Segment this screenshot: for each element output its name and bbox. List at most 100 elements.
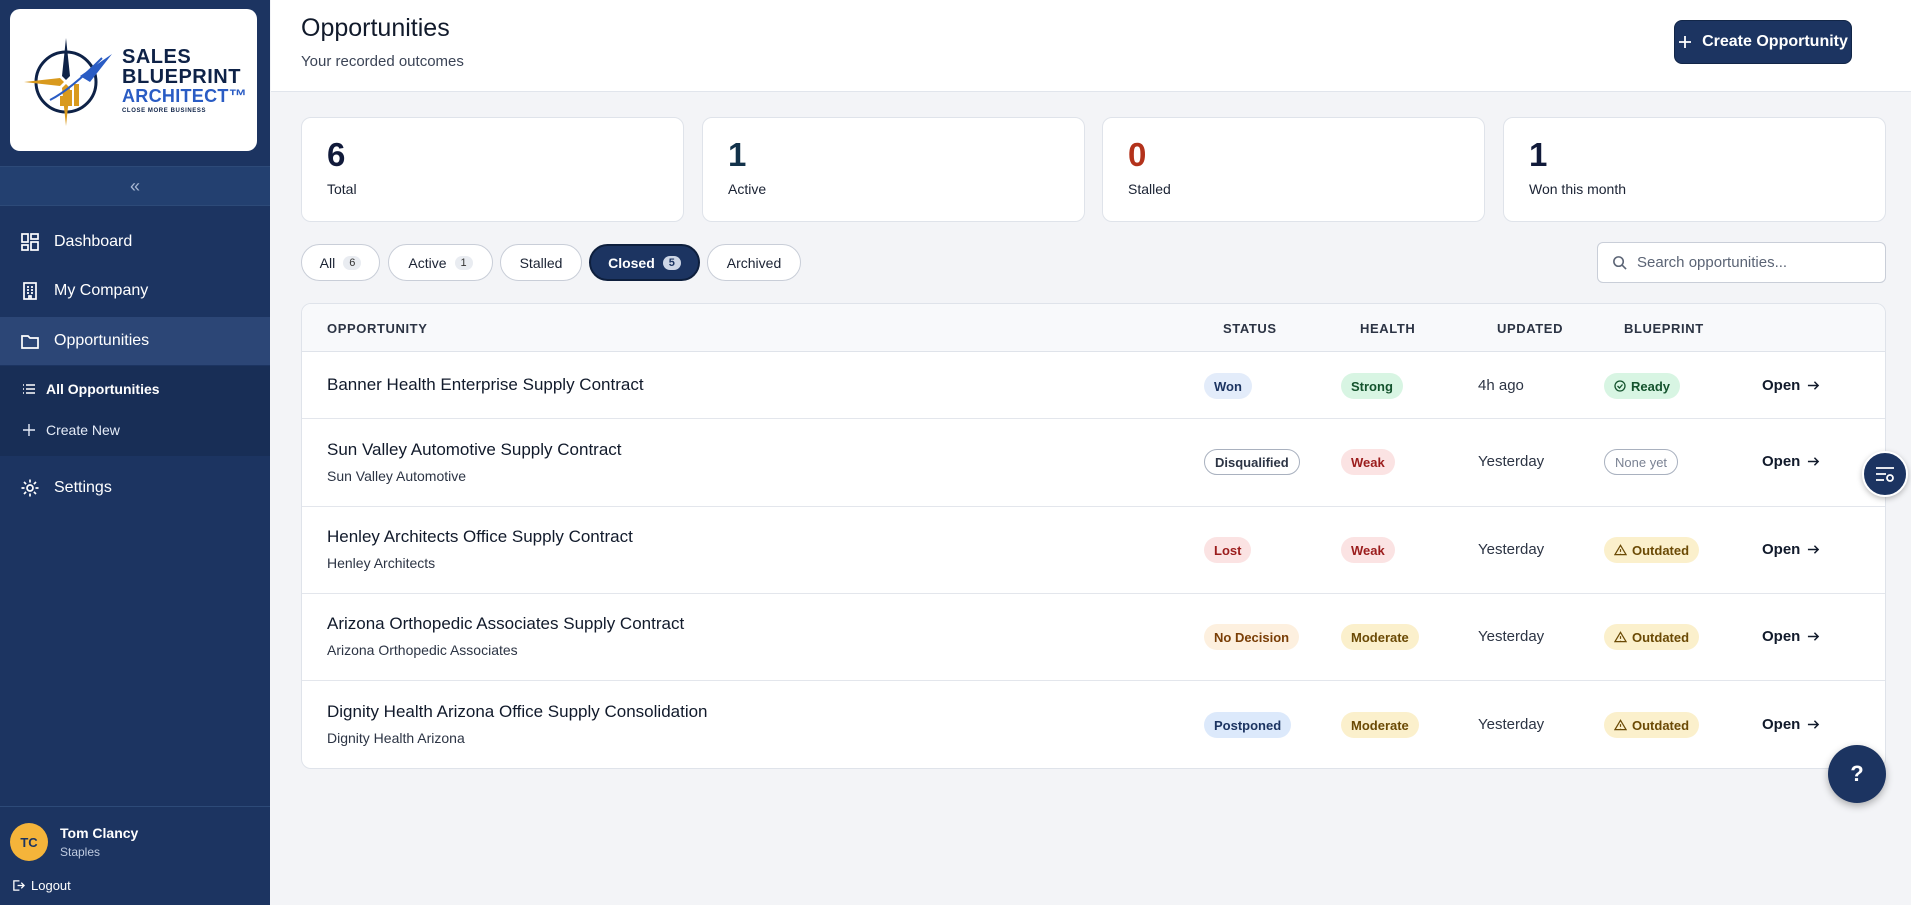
search-box [1597, 242, 1886, 283]
sidebar-item-settings[interactable]: Settings [0, 464, 270, 512]
brand-line-1: SALES [122, 45, 192, 68]
health-badge: Weak [1341, 449, 1395, 475]
table-row[interactable]: Dignity Health Arizona Office Supply Con… [302, 681, 1885, 768]
opportunity-company: Dignity Health Arizona [327, 730, 465, 746]
side-panel-toggle-button[interactable] [1862, 451, 1908, 497]
avatar[interactable]: TC [10, 823, 48, 861]
filter-count: 1 [454, 255, 473, 270]
filter-list-icon [1876, 467, 1894, 482]
open-opportunity-link[interactable]: Open [1762, 453, 1820, 470]
blueprint-label: Ready [1631, 378, 1671, 394]
stat-label: Active [728, 181, 767, 197]
opportunity-title[interactable]: Arizona Orthopedic Associates Supply Con… [327, 614, 684, 634]
filter-count: 5 [662, 255, 681, 270]
opportunity-title[interactable]: Banner Health Enterprise Supply Contract [327, 375, 644, 395]
blueprint-label: Outdated [1632, 717, 1690, 733]
dashboard-icon [21, 233, 39, 251]
updated-time: Yesterday [1478, 716, 1545, 733]
open-label: Open [1762, 541, 1801, 558]
building-icon [23, 282, 37, 300]
arrow-right-icon [1808, 545, 1820, 554]
filter-label: Archived [726, 254, 782, 271]
health-badge: Moderate [1341, 624, 1419, 650]
column-header-health: HEALTH [1360, 321, 1416, 336]
table-row[interactable]: Arizona Orthopedic Associates Supply Con… [302, 594, 1885, 681]
blueprint-badge: Outdated [1604, 537, 1700, 563]
stat-card-total: 6 Total [301, 117, 684, 222]
filter-label: Closed [608, 254, 655, 271]
open-opportunity-link[interactable]: Open [1762, 628, 1820, 645]
open-label: Open [1762, 377, 1801, 394]
collapse-sidebar-button[interactable]: « [0, 166, 270, 206]
open-opportunity-link[interactable]: Open [1762, 716, 1820, 733]
logout-button[interactable]: Logout [12, 878, 71, 893]
sidebar-item-opportunities[interactable]: Opportunities [0, 317, 270, 365]
status-badge: Won [1204, 373, 1252, 399]
subnav-item-label: All Opportunities [46, 381, 160, 397]
arrow-right-icon [1808, 457, 1820, 466]
column-header-blueprint: BLUEPRINT [1624, 321, 1704, 336]
opportunities-table: OPPORTUNITY STATUS HEALTH UPDATED BLUEPR… [301, 303, 1886, 769]
search-input[interactable] [1637, 254, 1867, 271]
filter-label: Active [408, 254, 447, 271]
opportunities-subnav: All Opportunities Create New [0, 366, 270, 456]
open-opportunity-link[interactable]: Open [1762, 541, 1820, 558]
column-header-opportunity: OPPORTUNITY [327, 321, 428, 336]
stat-value: 0 [1128, 136, 1147, 173]
help-button[interactable]: ? [1828, 745, 1886, 803]
table-row[interactable]: Henley Architects Office Supply Contract… [302, 507, 1885, 594]
health-badge: Strong [1341, 373, 1403, 399]
column-header-updated: UPDATED [1497, 321, 1564, 336]
gear-icon [21, 479, 39, 497]
opportunity-title[interactable]: Sun Valley Automotive Supply Contract [327, 440, 622, 460]
opportunity-title[interactable]: Henley Architects Office Supply Contract [327, 527, 633, 547]
sidebar-item-label: Opportunities [54, 332, 150, 349]
status-badge: Postponed [1204, 712, 1292, 738]
subnav-item-all-opportunities[interactable]: All Opportunities [0, 371, 270, 407]
create-opportunity-button[interactable]: Create Opportunity [1674, 20, 1852, 64]
plus-icon [1679, 36, 1692, 48]
updated-time: Yesterday [1478, 541, 1545, 558]
sidebar-item-label: Dashboard [54, 233, 133, 250]
status-badge: No Decision [1204, 624, 1300, 650]
create-opportunity-label: Create Opportunity [1702, 33, 1848, 50]
open-opportunity-link[interactable]: Open [1762, 377, 1820, 394]
arrow-right-icon [1808, 381, 1820, 390]
filter-count: 6 [343, 255, 362, 270]
page-title: Opportunities [301, 14, 450, 42]
column-header-status: STATUS [1223, 321, 1277, 336]
filter-archived[interactable]: Archived [707, 244, 801, 281]
sidebar-item-my-company[interactable]: My Company [0, 267, 270, 315]
filter-all[interactable]: All 6 [301, 244, 380, 281]
updated-time: Yesterday [1478, 628, 1545, 645]
user-company: Staples [60, 845, 101, 859]
subnav-item-create-new[interactable]: Create New [0, 412, 270, 448]
filter-stalled[interactable]: Stalled [500, 244, 582, 281]
logout-icon [13, 880, 25, 891]
table-row[interactable]: Banner Health Enterprise Supply Contract… [302, 352, 1885, 419]
arrow-right-icon [1808, 720, 1820, 729]
blueprint-badge: Ready [1604, 373, 1681, 399]
blueprint-label: Outdated [1632, 542, 1690, 558]
warning-icon [1614, 544, 1627, 556]
blueprint-badge: None yet [1604, 449, 1679, 475]
brand-logo[interactable]: SALES BLUEPRINT ARCHITECT™ CLOSE MORE BU… [10, 9, 257, 151]
folder-icon [21, 335, 39, 349]
updated-time: Yesterday [1478, 453, 1545, 470]
table-row[interactable]: Sun Valley Automotive Supply Contract Su… [302, 419, 1885, 507]
sidebar-item-dashboard[interactable]: Dashboard [0, 218, 270, 266]
double-chevron-left-icon: « [129, 175, 140, 196]
blueprint-label: Outdated [1632, 629, 1690, 645]
filter-closed[interactable]: Closed 5 [589, 244, 700, 281]
arrow-right-icon [1808, 632, 1820, 641]
plus-icon [23, 424, 35, 436]
stat-value: 1 [1529, 136, 1548, 173]
health-badge: Weak [1341, 537, 1395, 563]
subnav-item-label: Create New [46, 422, 120, 438]
brand-tagline: CLOSE MORE BUSINESS [122, 107, 207, 114]
sidebar-item-label: My Company [54, 282, 149, 299]
filter-active[interactable]: Active 1 [388, 244, 493, 281]
help-icon: ? [1850, 761, 1864, 786]
opportunity-title[interactable]: Dignity Health Arizona Office Supply Con… [327, 702, 708, 722]
stat-label: Stalled [1128, 181, 1171, 197]
